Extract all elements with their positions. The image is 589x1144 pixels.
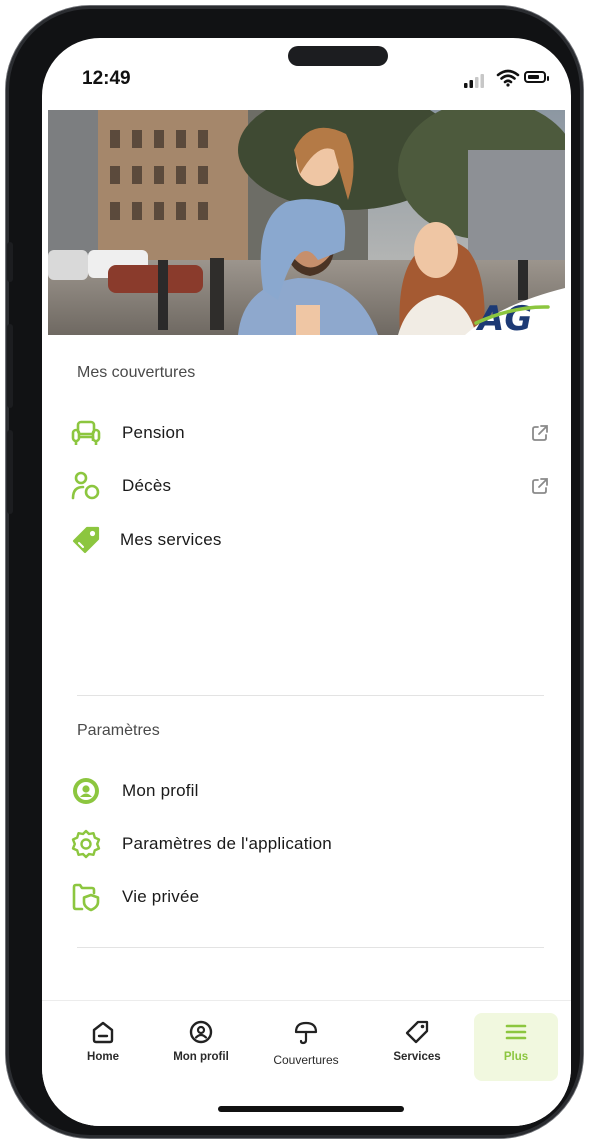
menu-item-label: Mon profil <box>122 781 199 800</box>
tab-couvertures[interactable]: Couvertures <box>261 1013 351 1081</box>
divider <box>77 947 544 948</box>
menu-item-label: Vie privée <box>122 887 200 906</box>
tab-mon-profil[interactable]: Mon profil <box>156 1013 246 1081</box>
tab-label: Mon profil <box>173 1051 229 1063</box>
menu-item-label: Décès <box>122 476 172 495</box>
tab-label: Couvertures <box>273 1053 339 1067</box>
screen: 12:49 AG Mes couvertures Pension Décès M… <box>42 38 571 1126</box>
tab-plus[interactable]: Plus <box>474 1013 558 1081</box>
menu-item-mes-services[interactable]: Mes services <box>70 520 550 560</box>
menu-icon <box>505 1024 527 1040</box>
volume-down-button <box>7 430 13 514</box>
tag-icon <box>72 526 100 554</box>
tab-services[interactable]: Services <box>372 1013 462 1081</box>
armchair-icon <box>71 420 101 445</box>
menu-item-label: Pension <box>122 423 185 442</box>
privacy-shield-icon <box>72 883 100 912</box>
external-link-icon <box>532 425 548 441</box>
divider <box>77 695 544 696</box>
ag-logo: AG <box>475 299 532 335</box>
phone-frame: 12:49 AG Mes couvertures Pension Décès M… <box>6 6 583 1138</box>
volume-up-button <box>7 324 13 408</box>
tab-home[interactable]: Home <box>58 1013 148 1081</box>
tab-label: Services <box>393 1051 441 1063</box>
cellular-signal-icon <box>464 74 484 88</box>
people-icon <box>71 471 100 500</box>
gear-icon <box>71 829 101 859</box>
coverages-title: Mes couvertures <box>77 364 196 381</box>
home-icon <box>92 1021 114 1044</box>
mute-switch <box>7 242 13 282</box>
external-link-icon <box>532 478 548 494</box>
menu-item-privacy[interactable]: Vie privée <box>70 877 550 917</box>
umbrella-icon <box>294 1021 318 1045</box>
wifi-icon <box>496 69 520 87</box>
family-photo: AG <box>48 110 565 335</box>
battery-icon <box>524 71 549 83</box>
status-bar: 12:49 <box>42 38 571 110</box>
status-time: 12:49 <box>82 68 131 89</box>
hero-banner: AG <box>48 110 565 335</box>
menu-item-app-settings[interactable]: Paramètres de l'application <box>70 824 550 864</box>
tab-label: Plus <box>503 1051 529 1063</box>
settings-title: Paramètres <box>77 722 160 739</box>
menu-item-pension[interactable]: Pension <box>70 413 550 453</box>
menu-item-deces[interactable]: Décès <box>70 466 550 506</box>
menu-item-mon-profil[interactable]: Mon profil <box>70 771 550 811</box>
menu-item-label: Mes services <box>120 530 222 549</box>
tab-label: Home <box>87 1051 119 1063</box>
menu-item-label: Paramètres de l'application <box>122 834 332 853</box>
user-circle-icon <box>73 778 99 804</box>
user-circle-icon <box>189 1020 213 1044</box>
home-indicator[interactable] <box>218 1106 404 1112</box>
tag-icon <box>405 1020 429 1044</box>
